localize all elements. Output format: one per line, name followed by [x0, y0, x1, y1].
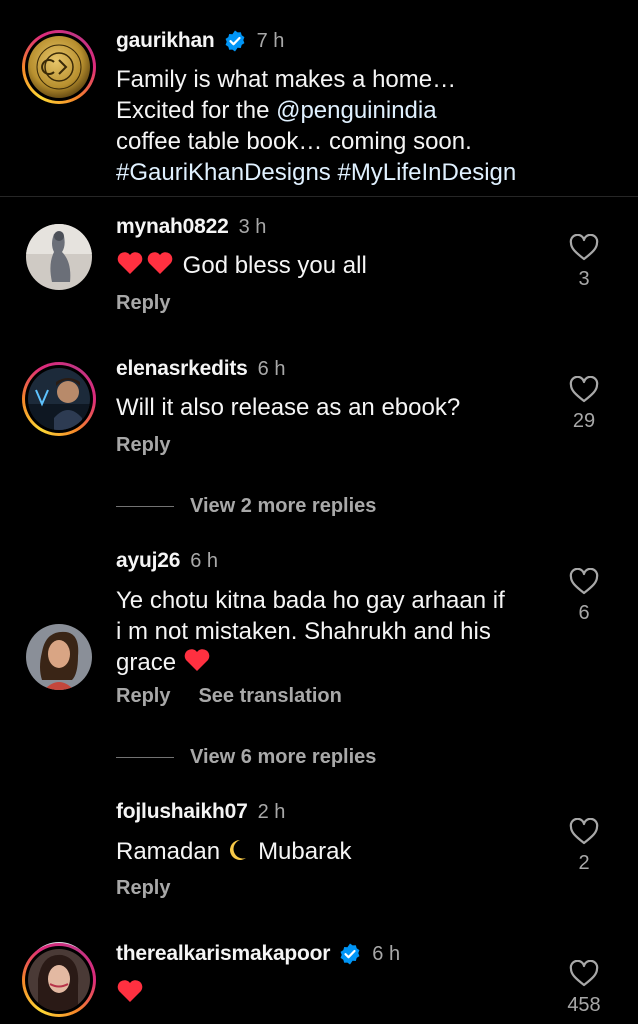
view-more-replies-label: View 2 more replies — [190, 495, 377, 517]
avatar[interactable] — [22, 943, 96, 1017]
story-ring — [22, 943, 96, 1017]
like-button[interactable]: 458 — [564, 960, 604, 1017]
verified-badge-icon — [340, 943, 360, 965]
reply-button[interactable]: Reply — [116, 292, 170, 315]
comment-time: 6 h — [190, 549, 218, 572]
avatar — [28, 36, 90, 98]
like-count: 6 — [578, 602, 590, 624]
red-heart-emoji-icon — [147, 252, 173, 274]
comment-username[interactable]: elenasrkedits — [116, 357, 248, 381]
reply-button[interactable]: Reply — [116, 877, 170, 900]
red-heart-emoji-icon — [117, 980, 143, 1002]
caption-username[interactable]: gaurikhan — [116, 29, 215, 53]
comment-username[interactable]: therealkarismakapoor — [116, 942, 330, 966]
hashtag-link[interactable]: #MyLifeInDesign — [337, 159, 516, 186]
heart-outline-icon — [569, 960, 599, 987]
comment-username[interactable]: mynah0822 — [116, 215, 229, 239]
like-count: 458 — [567, 994, 601, 1016]
replies-line — [116, 506, 174, 507]
comment-text: God bless you all — [116, 250, 367, 281]
comment-header: elenasrkedits 6 h — [116, 355, 285, 383]
comment-text: Ramadan Mubarak — [116, 838, 352, 865]
caption-time: 7 h — [256, 29, 285, 52]
caption-header: gaurikhan 7 h — [116, 27, 284, 55]
like-button[interactable]: 2 — [564, 818, 604, 875]
see-translation-button[interactable]: See translation — [198, 685, 341, 708]
view-more-replies[interactable]: View 6 more replies — [116, 746, 376, 769]
comment-time: 6 h — [372, 942, 401, 965]
comment-actions: Reply — [116, 434, 170, 457]
avatar[interactable] — [26, 624, 92, 690]
avatar[interactable] — [26, 224, 92, 290]
caption-avatar[interactable] — [22, 30, 96, 104]
caption-divider — [0, 196, 638, 197]
comment-header: fojlushaikh07 2 h — [116, 798, 285, 826]
crescent-moon-emoji-icon — [230, 840, 247, 860]
comment-username[interactable]: fojlushaikh07 — [116, 800, 248, 824]
comment-actions: Reply — [116, 877, 170, 900]
like-count: 3 — [578, 268, 590, 290]
heart-outline-icon — [569, 568, 599, 595]
mention-link[interactable]: @penguinindia — [276, 97, 437, 124]
comment-text: Will it also release as an ebook? — [116, 394, 461, 421]
like-count: 29 — [572, 410, 596, 432]
caption-line: coffee table book… coming soon. — [116, 128, 472, 155]
caption-text: Family is what makes a home… Excited for… — [116, 64, 616, 188]
comment-header: therealkarismakapoor 6 h — [116, 940, 400, 968]
comments-screen: gaurikhan 7 h Family is what makes a hom… — [0, 0, 638, 1024]
comment-time: 2 h — [257, 800, 286, 823]
like-button[interactable]: 3 — [564, 234, 604, 291]
gk-logo-image — [28, 36, 90, 98]
comment-text: Ye chotu kitna bada ho gay arhaan if i m… — [116, 587, 505, 676]
red-heart-emoji-icon — [117, 252, 143, 274]
story-ring — [22, 30, 96, 104]
replies-line — [116, 757, 174, 758]
comment-actions: Reply — [116, 292, 170, 315]
view-more-replies-label: View 6 more replies — [190, 746, 377, 768]
heart-outline-icon — [569, 376, 599, 403]
comment-text — [116, 978, 146, 1009]
caption-line: Family is what makes a home… — [116, 66, 457, 93]
reply-button[interactable]: Reply — [116, 685, 170, 708]
red-heart-emoji-icon — [184, 649, 210, 671]
heart-outline-icon — [569, 234, 599, 261]
like-count: 2 — [578, 852, 590, 874]
reply-button[interactable]: Reply — [116, 434, 170, 457]
view-more-replies[interactable]: View 2 more replies — [116, 495, 376, 518]
comment-username[interactable]: ayuj26 — [116, 549, 180, 573]
like-button[interactable]: 29 — [564, 376, 604, 433]
heart-outline-icon — [569, 818, 599, 845]
comment-actions: Reply See translation — [116, 685, 342, 708]
story-ring — [22, 362, 96, 436]
comment-time: 3 h — [238, 215, 267, 238]
comment-header: ayuj26 6 h — [116, 547, 218, 575]
hashtag-link[interactable]: #GauriKhanDesigns — [116, 159, 331, 186]
comment-header: mynah0822 3 h — [116, 213, 266, 241]
avatar[interactable] — [22, 362, 96, 436]
like-button[interactable]: 6 — [564, 568, 604, 625]
comment-time: 6 h — [257, 357, 286, 380]
verified-badge-icon — [225, 30, 244, 52]
